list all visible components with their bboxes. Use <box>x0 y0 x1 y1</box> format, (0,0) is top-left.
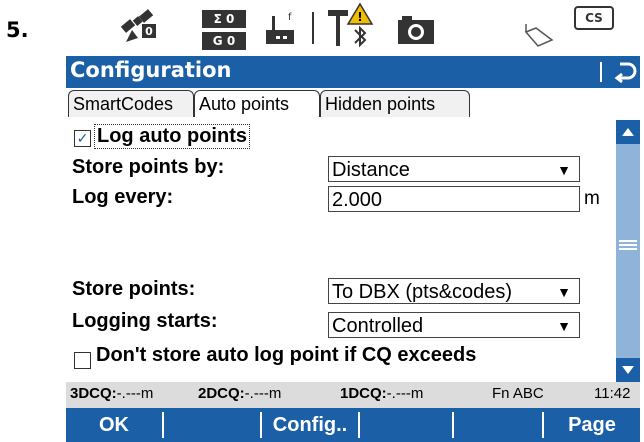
config-button[interactable]: Config.. <box>262 408 358 442</box>
svg-text:f: f <box>288 12 292 23</box>
log-every-input[interactable]: 2.000 <box>328 186 580 212</box>
logging-starts-label: Logging starts: <box>72 310 218 332</box>
store-points-select[interactable]: To DBX (pts&codes) ▼ <box>328 278 580 304</box>
svg-text:!: ! <box>357 10 362 24</box>
svg-text:0: 0 <box>145 25 153 38</box>
store-points-by-label: Store points by: <box>72 156 225 178</box>
softkey-f2[interactable] <box>164 408 260 442</box>
dont-store-label[interactable]: Don't store auto log point if CQ exceeds <box>96 344 476 367</box>
bluetooth-warning-icon[interactable]: ! <box>346 2 374 48</box>
scroll-track[interactable] <box>616 144 640 358</box>
tab-smartcodes[interactable]: SmartCodes <box>68 90 194 117</box>
cq1-value: -.---m <box>386 385 424 402</box>
cq3-readout: 3DCQ:-.---m <box>70 385 153 402</box>
device-screen: 0 Σ 0 G 0 f ! CS Configuration SmartCode… <box>66 0 640 442</box>
cq2-label: 2DCQ: <box>198 385 245 402</box>
sigma-bottom-value: G 0 <box>202 32 246 50</box>
page-title: Configuration <box>70 58 232 82</box>
softkey-bar: OK Config.. Page <box>66 408 640 442</box>
cq1-label: 1DCQ: <box>340 385 387 402</box>
sigma-counter[interactable]: Σ 0 G 0 <box>202 10 246 50</box>
scroll-down-icon[interactable] <box>616 358 640 382</box>
log-every-unit: m <box>584 188 600 209</box>
cq1-readout: 1DCQ:-.---m <box>340 385 423 402</box>
page-button[interactable]: Page <box>544 408 640 442</box>
tab-auto-points[interactable]: Auto points <box>194 90 320 117</box>
store-points-label: Store points: <box>72 278 196 300</box>
tab-bar: SmartCodes Auto points Hidden points <box>66 88 640 120</box>
status-icon-bar: 0 Σ 0 G 0 f ! CS <box>66 0 640 56</box>
chevron-down-icon: ▼ <box>557 284 571 300</box>
log-auto-points-label[interactable]: Log auto points <box>94 124 250 149</box>
radio-icon[interactable]: f <box>262 8 302 48</box>
cq2-value: -.---m <box>244 385 282 402</box>
sigma-top-value: Σ 0 <box>202 10 246 28</box>
cq3-label: 3DCQ: <box>70 385 117 402</box>
cq2-readout: 2DCQ:-.---m <box>198 385 281 402</box>
scroll-up-icon[interactable] <box>616 120 640 144</box>
store-points-by-value: Distance <box>332 159 410 181</box>
title-separator <box>600 62 602 82</box>
softkey-f4[interactable] <box>360 408 452 442</box>
input-mode: Fn ABC <box>492 385 544 402</box>
scrollbar[interactable] <box>616 120 640 382</box>
cs-badge: CS <box>574 6 614 30</box>
log-every-label: Log every: <box>72 186 174 208</box>
store-points-value: To DBX (pts&codes) <box>332 281 513 303</box>
title-bar: Configuration <box>66 56 640 88</box>
cq3-value: -.---m <box>116 385 154 402</box>
tab-hidden-points[interactable]: Hidden points <box>320 90 470 117</box>
softkey-f5[interactable] <box>454 408 542 442</box>
logging-starts-select[interactable]: Controlled ▼ <box>328 312 580 338</box>
status-bar: 3DCQ:-.---m 2DCQ:-.---m 1DCQ:-.---m Fn A… <box>66 382 640 408</box>
back-icon[interactable] <box>610 58 638 86</box>
camera-icon[interactable] <box>396 14 436 46</box>
satellite-icon[interactable]: 0 <box>116 8 158 46</box>
clock: 11:42 <box>594 385 631 402</box>
store-points-by-select[interactable]: Distance ▼ <box>328 156 580 182</box>
log-auto-points-checkbox[interactable]: ✓ <box>74 130 91 147</box>
content-area: ✓ Log auto points Store points by: Dista… <box>66 120 616 382</box>
ok-button[interactable]: OK <box>66 408 162 442</box>
logging-starts-value: Controlled <box>332 315 424 337</box>
dont-store-checkbox[interactable] <box>74 352 91 369</box>
scroll-thumb-icon[interactable] <box>619 238 637 252</box>
step-number: 5. <box>6 18 29 42</box>
pole-icon[interactable] <box>522 22 560 50</box>
separator <box>312 12 314 44</box>
chevron-down-icon: ▼ <box>557 162 571 178</box>
chevron-down-icon: ▼ <box>557 318 571 334</box>
